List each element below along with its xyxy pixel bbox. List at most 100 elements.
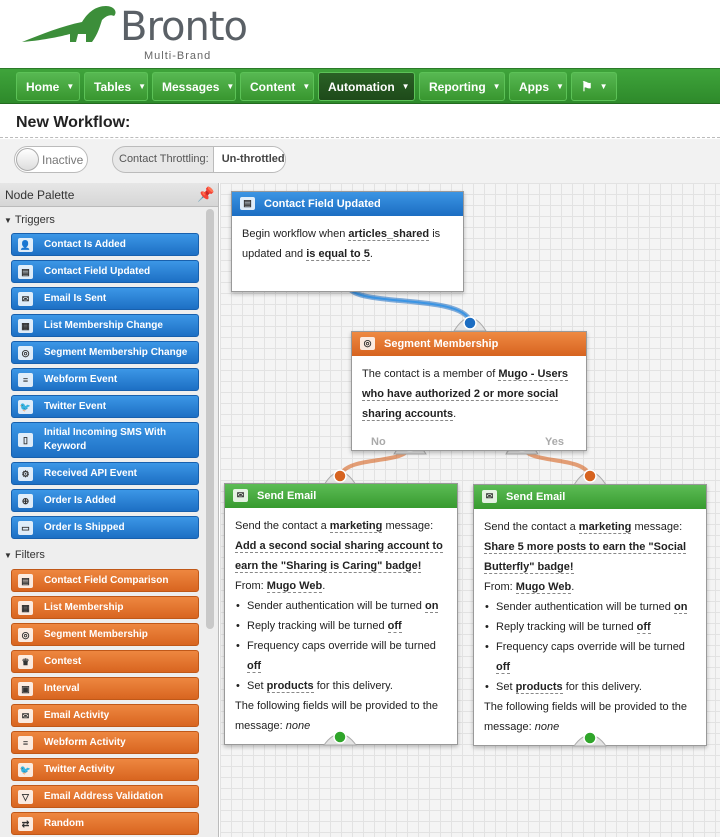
setting-value-link[interactable]: on — [673, 601, 688, 614]
nav-apps-label: Apps — [519, 79, 549, 94]
chevron-down-icon: ▼ — [492, 82, 501, 91]
palette-item-label: Email Address Validation — [44, 790, 164, 802]
palette-item-contact-is-added[interactable]: 👤 Contact Is Added — [11, 233, 199, 256]
email-from-link[interactable]: Mugo Web — [266, 580, 323, 593]
palette-item-label: Segment Membership Change — [44, 346, 188, 358]
palette-item-contest[interactable]: ♛ Contest — [11, 650, 199, 673]
palette-item-segment-membership-change[interactable]: ◎ Segment Membership Change — [11, 341, 199, 364]
filters-section-header[interactable]: ▼ Filters — [4, 549, 45, 561]
email-from-link[interactable]: Mugo Web — [515, 581, 572, 594]
page-title: New Workflow: — [16, 114, 131, 131]
branch-yes-label: Yes — [545, 436, 564, 448]
trigger-node[interactable]: ▤ Contact Field Updated Begin workflow wh… — [231, 191, 464, 292]
segment-node-header[interactable]: ◎ Segment Membership — [352, 332, 586, 356]
email-text-pre: Send the contact a — [484, 521, 576, 533]
truck-icon: ▭ — [18, 520, 33, 535]
palette-item-label: Contact Field Comparison — [44, 574, 169, 586]
bronto-dinosaur-logo-icon[interactable] — [22, 4, 122, 44]
send-email-node-header[interactable]: ✉ Send Email — [474, 485, 706, 509]
input-port-email-yes[interactable] — [583, 469, 597, 483]
palette-item-list-membership[interactable]: ▦ List Membership — [11, 596, 199, 619]
palette-item-label: Random — [44, 817, 84, 829]
palette-item-interval[interactable]: ▣ Interval — [11, 677, 199, 700]
trigger-text-end: . — [369, 248, 373, 260]
setting-products: Set products for this delivery. — [235, 676, 447, 696]
nav-apps[interactable]: Apps ▼ — [509, 72, 567, 101]
contact-card-icon: ▤ — [240, 197, 255, 210]
email-fields-value: none — [534, 721, 560, 733]
segment-text-end: . — [453, 408, 457, 420]
palette-item-received-api-event[interactable]: ⚙ Received API Event — [11, 462, 199, 485]
palette-item-label: Webform Activity — [44, 736, 126, 748]
palette-item-email-is-sent[interactable]: ✉ Email Is Sent — [11, 287, 199, 310]
setting-sender-auth: Sender authentication will be turned on — [235, 596, 447, 616]
setting-value-link[interactable]: products — [515, 681, 563, 694]
setting-value-link[interactable]: off — [247, 660, 262, 673]
main-nav: Home ▼ Tables ▼ Messages ▼ Content ▼ Automat… — [0, 68, 720, 104]
nav-reporting[interactable]: Reporting ▼ — [419, 72, 505, 101]
setting-products: Set products for this delivery. — [484, 677, 696, 697]
segment-filter-node[interactable]: ◎ Segment Membership The contact is a mem… — [351, 331, 587, 451]
nav-messages-label: Messages — [162, 79, 220, 94]
email-type-link[interactable]: marketing — [329, 520, 383, 533]
contact-throttling-control[interactable]: Contact Throttling: Un-throttled — [112, 146, 286, 173]
chevron-down-icon: ▼ — [138, 82, 147, 91]
setting-value-link[interactable]: off — [636, 621, 651, 634]
email-message-link[interactable]: Add a second social sharing account to e… — [235, 540, 443, 573]
workflow-canvas[interactable]: ▤ Contact Field Updated Begin workflow wh… — [220, 183, 720, 837]
email-type-link[interactable]: marketing — [578, 521, 632, 534]
nav-content[interactable]: Content ▼ — [240, 72, 314, 101]
setting-value-link[interactable]: products — [266, 680, 314, 693]
pin-icon[interactable]: 📌 — [197, 186, 214, 203]
input-port-email-no[interactable] — [333, 469, 347, 483]
nav-home-label: Home — [26, 79, 60, 94]
chevron-down-icon: ▼ — [226, 82, 235, 91]
palette-item-email-address-validation[interactable]: ▽ Email Address Validation — [11, 785, 199, 808]
palette-item-initial-incoming-sms[interactable]: ▯ Initial Incoming SMS With Keyword — [11, 422, 199, 458]
bird-icon: 🐦 — [18, 399, 33, 414]
segment-node-title: Segment Membership — [384, 338, 499, 350]
palette-item-label: Email Is Sent — [44, 292, 107, 304]
email-message-link[interactable]: Share 5 more posts to earn the "Social B… — [484, 541, 687, 574]
send-email-node-header[interactable]: ✉ Send Email — [225, 484, 457, 508]
nav-flag[interactable]: ⚑ ▼ — [571, 72, 617, 101]
send-email-node-no[interactable]: ✉ Send Email Send the contact a marketing… — [224, 483, 458, 745]
target-icon: ◎ — [18, 627, 33, 642]
calendar-icon: ▣ — [18, 681, 33, 696]
palette-item-label: List Membership — [44, 601, 124, 613]
palette-item-twitter-activity[interactable]: 🐦 Twitter Activity — [11, 758, 199, 781]
palette-item-random[interactable]: ⇄ Random — [11, 812, 199, 835]
palette-item-order-is-added[interactable]: ⊕ Order Is Added — [11, 489, 199, 512]
palette-scroll-thumb[interactable] — [206, 209, 214, 629]
send-email-node-yes[interactable]: ✉ Send Email Send the contact a marketing… — [473, 484, 707, 746]
send-email-node-title: Send Email — [506, 491, 566, 503]
setting-value-link[interactable]: on — [424, 600, 439, 613]
nav-automation[interactable]: Automation ▼ — [318, 72, 415, 101]
palette-item-label: Contact Field Updated — [44, 265, 151, 277]
palette-item-twitter-event[interactable]: 🐦 Twitter Event — [11, 395, 199, 418]
palette-scrollbar[interactable] — [206, 209, 214, 837]
palette-item-email-activity[interactable]: ✉ Email Activity — [11, 704, 199, 727]
filters-section-title: Filters — [14, 549, 45, 561]
trigger-condition-link[interactable]: is equal to 5 — [306, 248, 370, 261]
nav-tables[interactable]: Tables ▼ — [84, 72, 148, 101]
palette-item-list-membership-change[interactable]: ▦ List Membership Change — [11, 314, 199, 337]
nav-home[interactable]: Home ▼ — [16, 72, 80, 101]
segment-text-pre: The contact is a member of — [362, 368, 496, 380]
palette-item-contact-field-updated[interactable]: ▤ Contact Field Updated — [11, 260, 199, 283]
trigger-node-header[interactable]: ▤ Contact Field Updated — [232, 192, 463, 216]
send-email-node-title: Send Email — [257, 490, 317, 502]
palette-item-order-is-shipped[interactable]: ▭ Order Is Shipped — [11, 516, 199, 539]
workflow-status-toggle[interactable]: Inactive — [14, 146, 88, 173]
nav-messages[interactable]: Messages ▼ — [152, 72, 236, 101]
envelope-icon: ✉ — [18, 708, 33, 723]
palette-item-contact-field-comparison[interactable]: ▤ Contact Field Comparison — [11, 569, 199, 592]
trigger-field-link[interactable]: articles_shared — [348, 228, 430, 241]
triggers-section-header[interactable]: ▼ Triggers — [4, 214, 55, 226]
palette-item-webform-activity[interactable]: ≡ Webform Activity — [11, 731, 199, 754]
palette-item-segment-membership[interactable]: ◎ Segment Membership — [11, 623, 199, 646]
setting-value-link[interactable]: off — [387, 620, 402, 633]
palette-item-webform-event[interactable]: ≡ Webform Event — [11, 368, 199, 391]
setting-value-link[interactable]: off — [496, 661, 511, 674]
input-port-segment[interactable] — [463, 316, 477, 330]
